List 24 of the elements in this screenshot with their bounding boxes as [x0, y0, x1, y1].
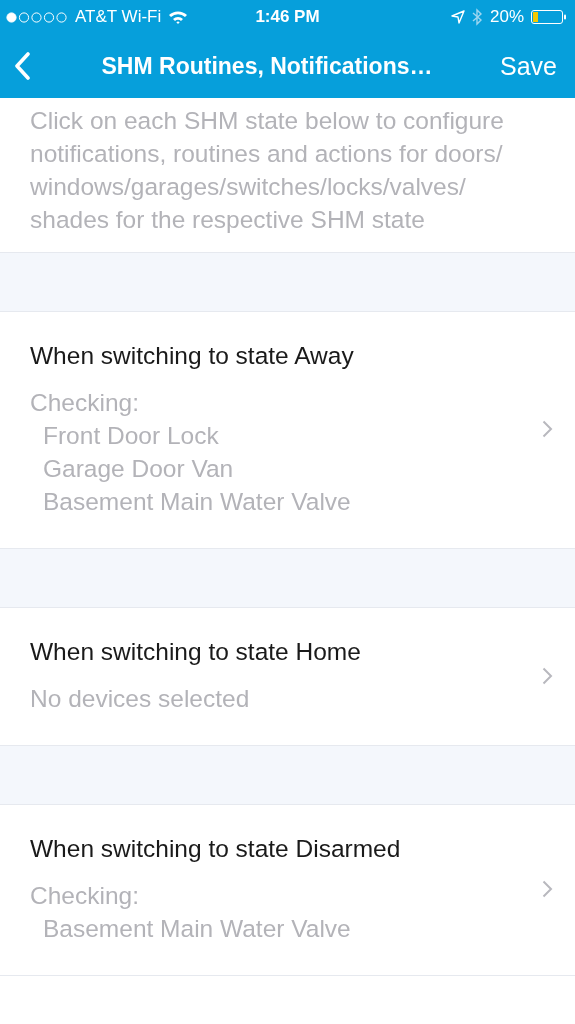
- description-text: Click on each SHM state below to configure notifications, routines and actions for doors/windows/garages/switches/locks/valves/shades for the respective SHM state: [30, 106, 505, 235]
- state-row[interactable]: When switching to state Disarmed Checking: Basement Main Water Valve: [0, 805, 575, 976]
- device-name: Garage Door Van: [42, 454, 235, 484]
- chevron-icon: [542, 420, 553, 438]
- screen-title: SHM Routines, Notifications…: [100, 52, 434, 80]
- location-icon: [450, 10, 465, 24]
- status-time: 1:46 PM: [255, 7, 320, 27]
- device-summary: No devices selected: [30, 684, 251, 714]
- wifi-icon: [168, 10, 189, 24]
- battery-percent: 20%: [489, 7, 524, 27]
- bluetooth-icon: [471, 8, 483, 26]
- carrier-name: AT&T Wi-Fi: [75, 7, 162, 27]
- chevron-icon: [542, 666, 553, 685]
- device-name: Front Door Lock: [42, 421, 220, 451]
- state-title: When switching to state Home: [30, 637, 362, 667]
- device-name: Basement Main Water Valve: [42, 914, 352, 944]
- state-title: When switching to state Disarmed: [30, 834, 402, 864]
- state-title: When switching to state Away: [30, 341, 355, 371]
- checking-label: Checking:: [30, 388, 140, 418]
- chevron-icon: [542, 880, 553, 898]
- device-name: Basement Main Water Valve: [42, 487, 352, 517]
- checking-label: Checking:: [30, 881, 140, 911]
- battery-icon: [531, 10, 567, 24]
- signal-icon: [6, 11, 68, 23]
